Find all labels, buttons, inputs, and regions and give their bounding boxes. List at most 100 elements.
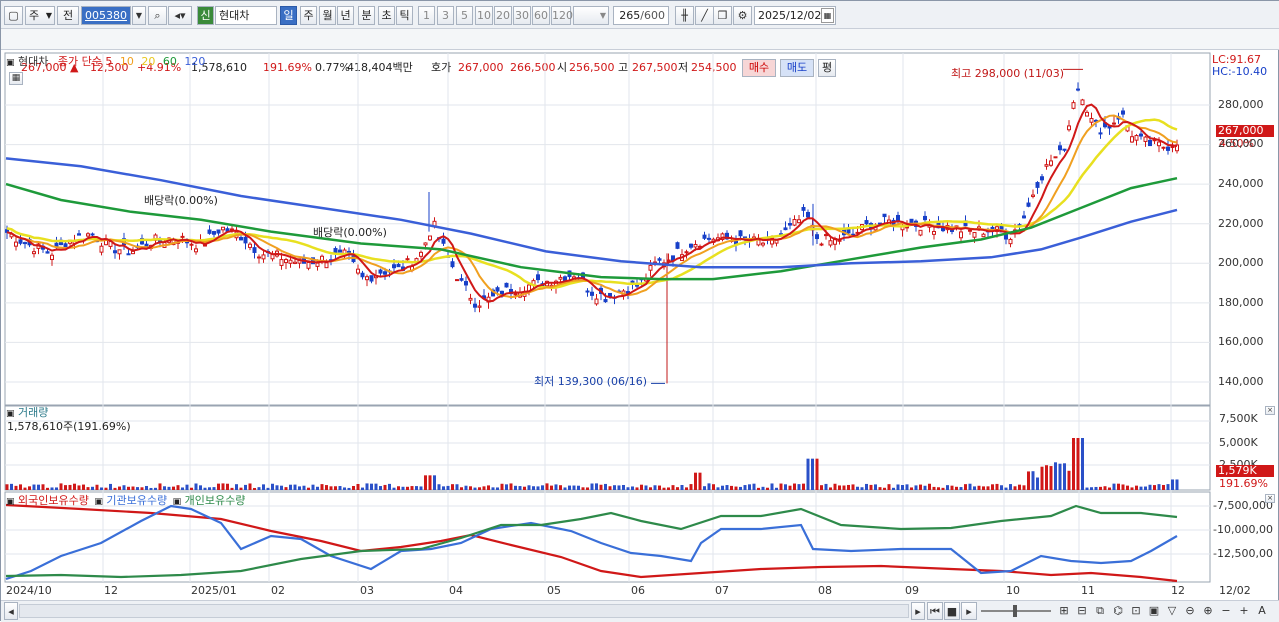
volume-bar [685,487,688,490]
volume-bar [932,486,936,490]
volume-bar [847,484,850,490]
volume-bar [806,458,810,490]
filter-icon[interactable]: ▽ [1164,602,1180,620]
window-icon[interactable]: ▢ [4,6,23,25]
candle-body [428,235,432,241]
candle-body [338,249,342,253]
volume-bar [352,485,355,490]
prev-button[interactable]: 전 [57,6,79,25]
price-y-tick: 200,000 [1218,256,1264,269]
volume-bar [374,483,378,490]
count-field[interactable]: 265/600 [613,6,669,25]
period-3-button[interactable]: 년 [337,6,354,25]
price-chart[interactable] [1,51,1279,600]
volume-bar [748,484,751,490]
scale-plus-icon[interactable]: + [1236,602,1252,620]
candle-body [45,251,50,254]
speaker-icon[interactable]: ◂▾ [168,6,192,25]
candle-body [594,298,599,305]
period-1-button[interactable]: 주 [300,6,317,25]
filter-icon[interactable]: ⌬ [1110,602,1126,620]
legend-ma-10: 10 [119,55,134,68]
interval-6-button[interactable]: 60 [532,6,550,25]
settings-icon[interactable]: ⚙ [733,6,752,25]
rewind-icon[interactable]: ⏮ [927,602,943,620]
candle-body [495,287,500,292]
scroll-right-icon[interactable]: ▸ [911,602,925,620]
volume-bar [1126,485,1129,490]
period-4-button[interactable]: 분 [358,6,375,25]
candle-body [464,281,468,286]
candle-body [702,234,707,239]
interval-7-button[interactable]: 120 [551,6,573,25]
period-2-button[interactable]: 월 [319,6,336,25]
interval-1-button[interactable]: 3 [437,6,454,25]
volume-bar [730,485,733,490]
compare-icon[interactable]: ⊟ [1074,602,1090,620]
volume-bar [451,484,454,490]
volume-bar [1157,484,1161,490]
volume-bar [671,485,675,490]
horizontal-scrollbar[interactable] [19,604,909,618]
candle-body [923,215,927,221]
stop-icon[interactable]: ■ [944,602,960,620]
candle-body [194,248,198,253]
volume-bar [181,487,184,490]
volume-bar [851,484,855,490]
candle-body [815,234,819,240]
search-icon[interactable]: ⌕ [148,6,167,25]
volume-bar [626,487,630,490]
candle-body [738,230,743,237]
volume-bar [280,485,283,490]
x-axis-label: 12 [1171,584,1185,597]
panel-close-icon[interactable]: × [1265,406,1275,415]
candle-body [441,238,446,244]
zoom-out-icon[interactable]: ⊖ [1182,602,1198,620]
chevron-down-icon[interactable]: ▼ [132,6,146,25]
volume-bar [491,487,495,490]
line-tool-icon[interactable]: ╱ [695,6,714,25]
volume-bar [379,486,382,490]
volume-bar [401,486,405,490]
volume-bar [145,485,148,490]
interval-0-button[interactable]: 1 [418,6,435,25]
volume-bar [100,487,103,490]
layout-icon[interactable]: ⧉ [1092,602,1108,620]
stock-code-input[interactable]: 005380 [81,6,131,25]
period-5-button[interactable]: 초 [378,6,395,25]
stock-name-field[interactable]: 현대차 [215,6,277,25]
split-icon[interactable]: ⊡ [1128,602,1144,620]
scale-minus-icon[interactable]: − [1218,602,1234,620]
fit-icon[interactable]: ⊕ [1200,602,1216,620]
interval-3-button[interactable]: 10 [475,6,493,25]
volume-bar [257,487,261,490]
table-icon[interactable]: ▦ [9,72,23,85]
window-icon[interactable]: ▣ [1146,602,1162,620]
candle-body [477,305,482,308]
period-6-button[interactable]: 틱 [396,6,413,25]
period-select[interactable]: 주 ▼ [25,6,55,25]
volume-bar [136,487,139,490]
zoom-slider-thumb[interactable] [1013,605,1017,617]
scroll-left-icon[interactable]: ◂ [4,602,18,620]
volume-bar [14,485,18,490]
period-0-button[interactable]: 일 [280,6,297,25]
copy-icon[interactable]: ❐ [713,6,732,25]
date-field[interactable]: 2025/12/02 ▦ [754,6,836,25]
interval-4-button[interactable]: 20 [494,6,512,25]
candle-body [32,251,36,255]
grid-icon[interactable]: ⊞ [1056,602,1072,620]
font-size-icon[interactable]: A [1254,602,1270,620]
volume-bar [766,487,769,490]
blank-select[interactable]: ▼ [573,6,609,25]
volume-bar [1054,462,1057,490]
high-note: 최고 298,000 (11/03) [951,67,1065,80]
play-icon[interactable]: ▸ [961,602,977,620]
interval-5-button[interactable]: 30 [513,6,531,25]
volume-bar [604,483,607,490]
volume-bar [442,486,445,490]
interval-2-button[interactable]: 5 [456,6,473,25]
candle-icon[interactable]: ╫ [675,6,694,25]
panel-close-icon[interactable]: × [1265,494,1275,503]
price-y-tick: 260,000 [1218,137,1264,150]
